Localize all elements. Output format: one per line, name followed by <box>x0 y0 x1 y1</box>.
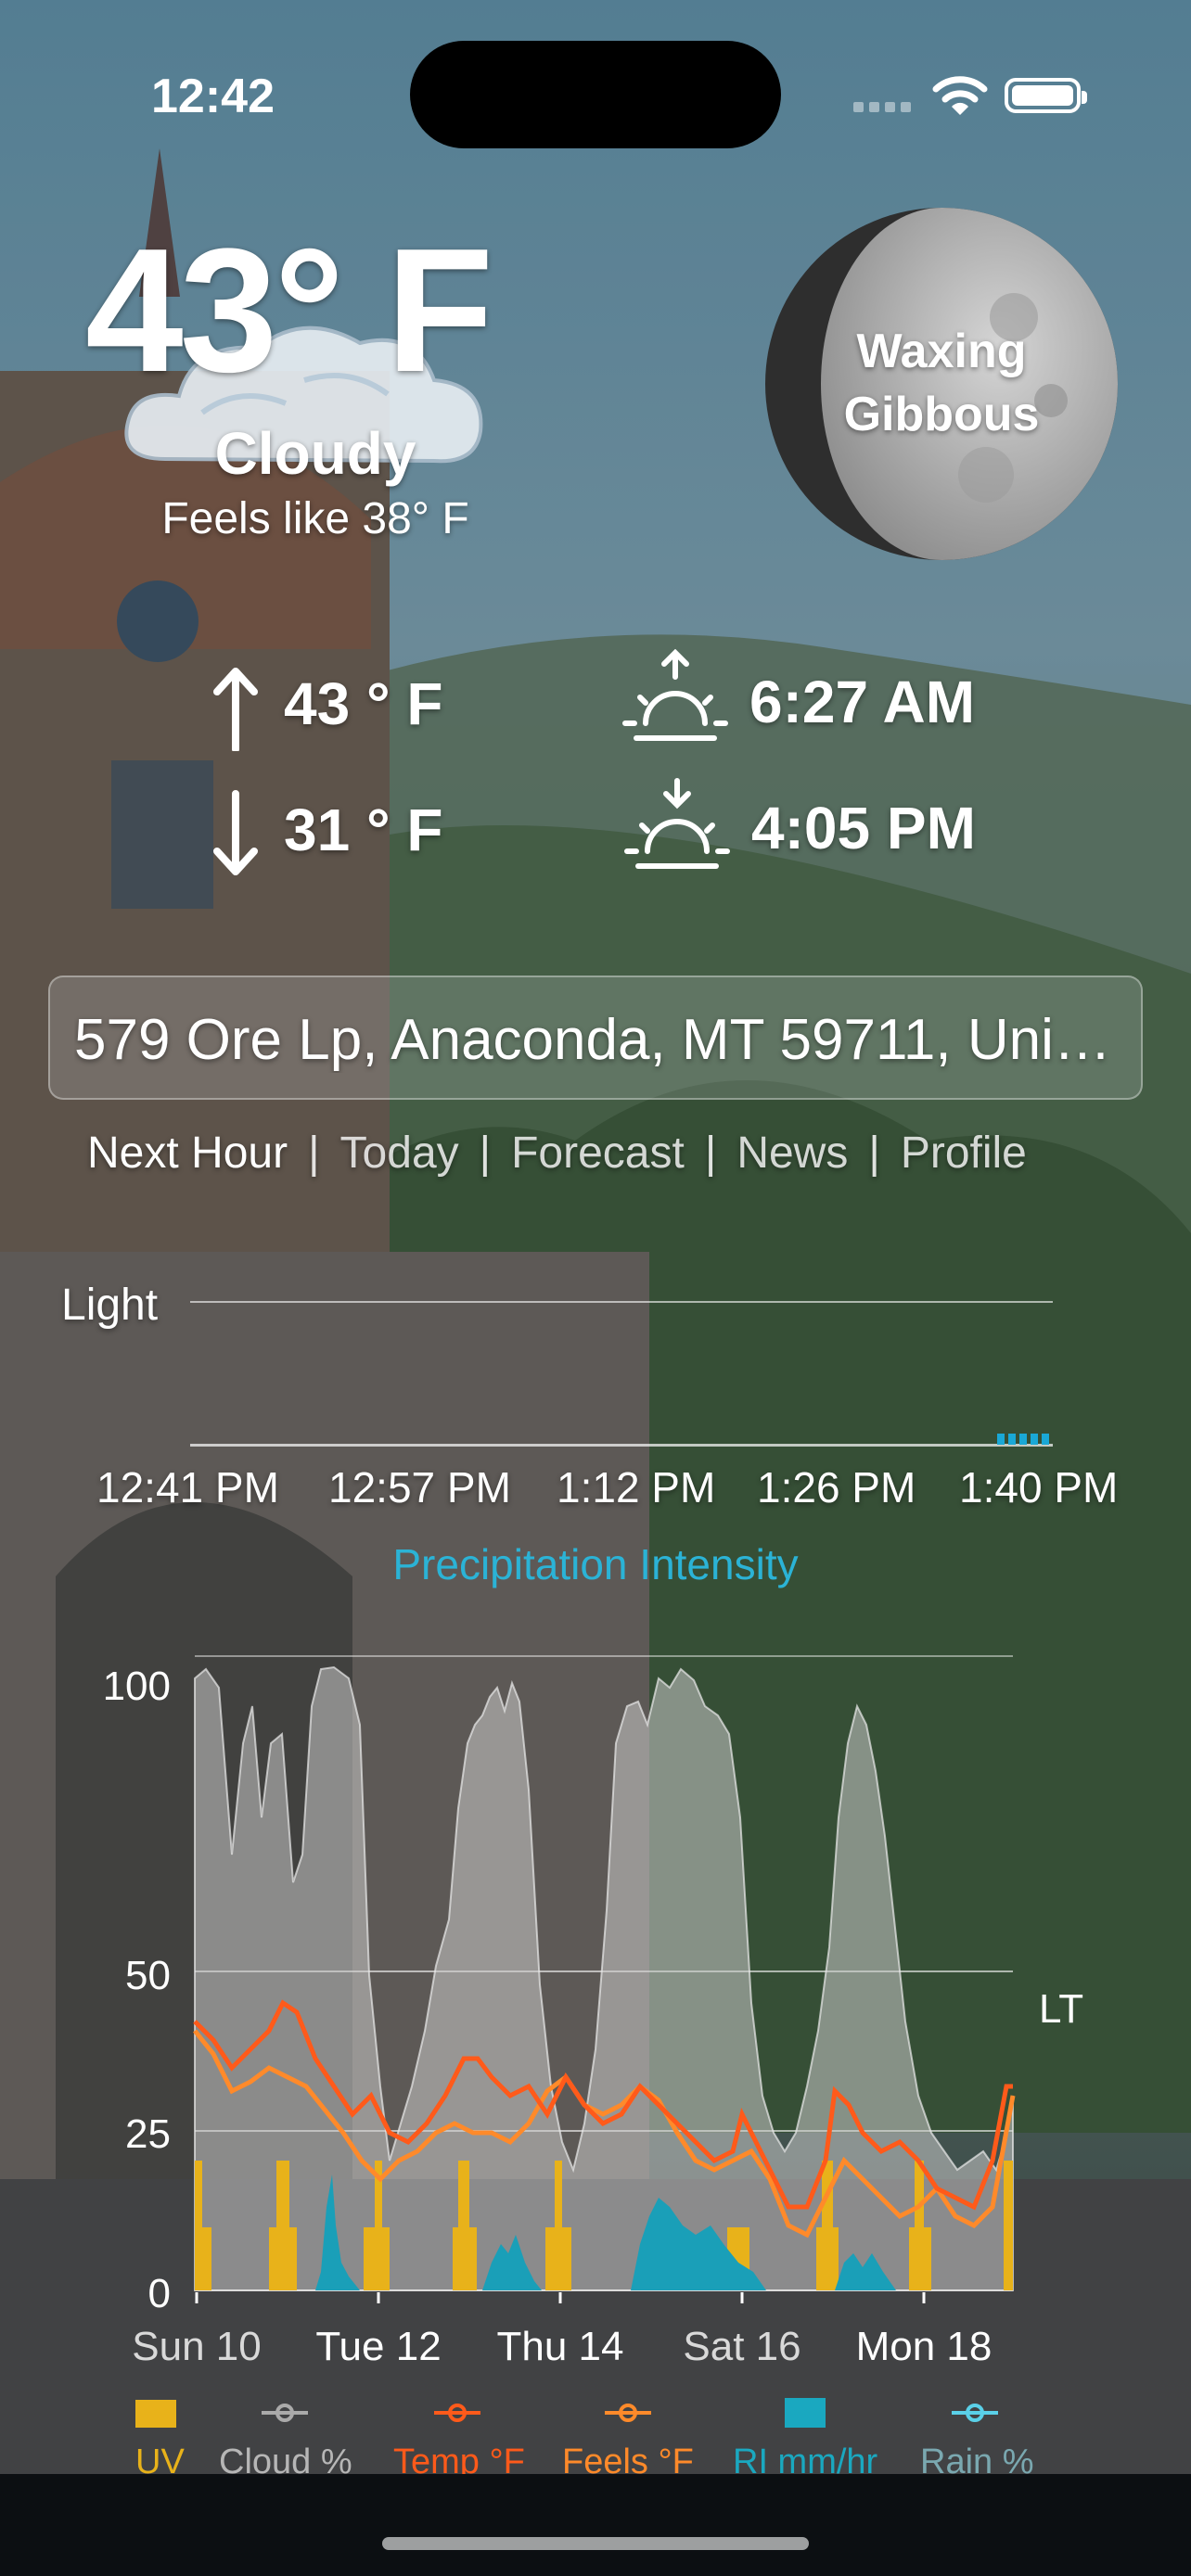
uv-legend-icon <box>135 2400 176 2428</box>
sunset-icon <box>624 778 730 869</box>
precip-time-tick: 1:40 PM <box>959 1463 1119 1511</box>
x-axis-ticks <box>195 2292 926 2303</box>
feels-like: Feels like 38° F <box>161 494 469 543</box>
legend-label: Rain % <box>920 2442 1034 2474</box>
tab-today[interactable]: Today <box>340 1129 459 1178</box>
arrow-up-icon <box>213 668 258 751</box>
precip-time-tick: 1:26 PM <box>757 1463 916 1511</box>
sunset-time: 4:05 PM <box>751 795 976 861</box>
precip-chart-title: Precipitation Intensity <box>392 1540 799 1588</box>
cloud-legend-icon <box>262 2404 308 2422</box>
precip-time-tick: 12:57 PM <box>328 1463 511 1511</box>
rain-chance-legend-icon <box>952 2404 998 2422</box>
legend-label: Feels °F <box>562 2442 694 2474</box>
legend-label: UV <box>135 2442 185 2474</box>
precip-time-tick: 1:12 PM <box>557 1463 716 1511</box>
rain-intensity-legend-icon <box>785 2398 826 2428</box>
x-tick-label: Sat 16 <box>683 2324 800 2369</box>
precip-intensity-bars <box>997 1434 1049 1445</box>
current-temperature: 43° F <box>85 212 493 409</box>
low-temperature: 31 ° F <box>284 797 443 863</box>
chart-legend: UV Cloud % Temp °F Feels °F RI mm/hr Rai… <box>0 2374 1191 2474</box>
precip-baseline <box>190 1444 1053 1447</box>
tab-news[interactable]: News <box>736 1129 848 1178</box>
bottom-bar <box>0 2474 1191 2576</box>
temp-legend-icon <box>434 2404 480 2422</box>
legend-label: Temp °F <box>393 2442 525 2474</box>
status-time: 12:42 <box>151 70 275 123</box>
y-tick-label: 100 <box>103 1664 171 1709</box>
tab-next-hour[interactable]: Next Hour <box>87 1129 288 1178</box>
feels-legend-icon <box>605 2404 651 2422</box>
sunrise-time: 6:27 AM <box>749 669 976 735</box>
location-address[interactable]: 579 Ore Lp, Anaconda, MT 59711, United S… <box>74 1007 1113 1073</box>
current-condition: Cloudy <box>214 420 416 487</box>
x-tick-label: Mon 18 <box>856 2324 992 2369</box>
high-temperature: 43 ° F <box>284 670 443 737</box>
battery-icon <box>1005 78 1087 113</box>
section-tabs: Next Hour | Today | Forecast | News | Profile <box>87 1129 1027 1178</box>
y-tick-label: 50 <box>125 1953 171 1998</box>
x-tick-label: Thu 14 <box>497 2324 624 2369</box>
x-tick-label: Sun 10 <box>132 2324 261 2369</box>
dynamic-island <box>410 41 781 148</box>
y-tick-label: 0 <box>148 2271 171 2316</box>
legend-label: Cloud % <box>219 2442 352 2474</box>
right-axis-label: LT <box>1039 1986 1083 2032</box>
tab-profile[interactable]: Profile <box>901 1129 1027 1178</box>
moon-phase-label: Waxing Gibbous <box>763 321 1120 446</box>
precip-time-tick: 12:41 PM <box>96 1463 279 1511</box>
moon-phase-line1: Waxing <box>856 325 1027 378</box>
y-tick-label: 25 <box>125 2111 171 2157</box>
wifi-icon <box>932 76 988 115</box>
cloud-percent-area <box>194 1665 1014 2291</box>
precip-light-gridline <box>190 1301 1053 1303</box>
home-indicator[interactable] <box>382 2537 809 2550</box>
sunrise-icon <box>622 649 728 741</box>
legend-label: RI mm/hr <box>733 2442 878 2474</box>
forecast-chart[interactable]: 100 50 25 0 LT Sun 10 Tue 12 Thu 14 Sat … <box>0 1632 1191 2374</box>
x-tick-label: Tue 12 <box>315 2324 441 2369</box>
precip-level-label: Light <box>61 1281 159 1330</box>
moon-phase-line2: Gibbous <box>843 387 1040 441</box>
arrow-down-icon <box>213 790 258 875</box>
tab-forecast[interactable]: Forecast <box>511 1129 685 1178</box>
cellular-signal-icon <box>853 102 911 112</box>
